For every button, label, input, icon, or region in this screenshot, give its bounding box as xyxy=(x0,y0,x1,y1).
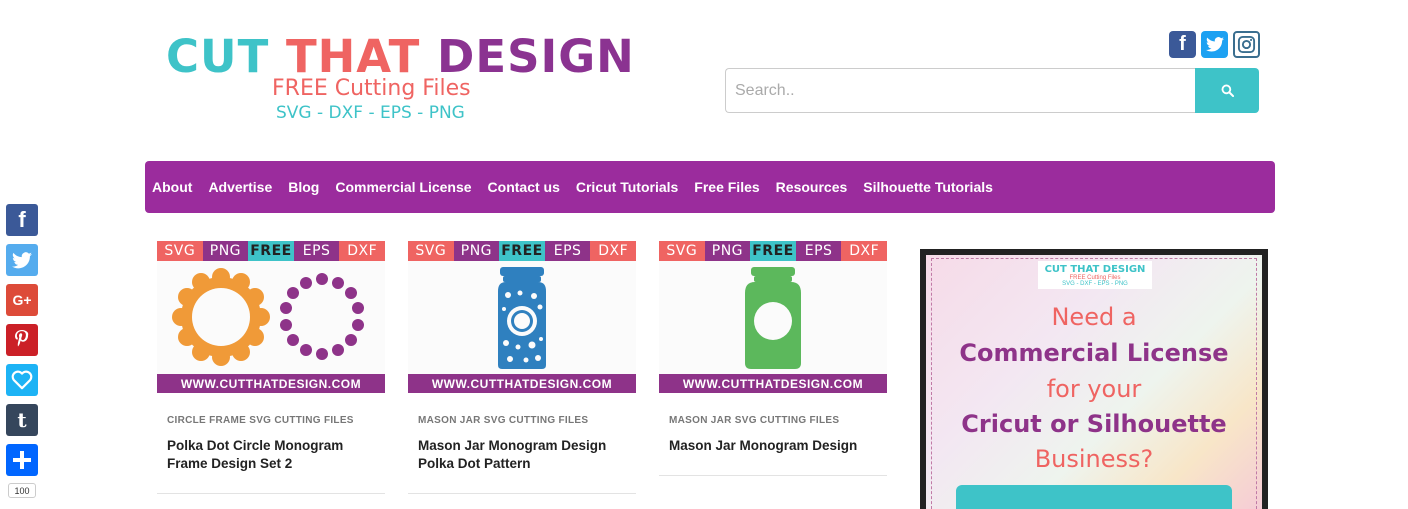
post-category[interactable]: MASON JAR SVG CUTTING FILES xyxy=(418,415,588,426)
logo-formats: SVG - DXF - EPS - PNG xyxy=(276,103,465,123)
plus-icon xyxy=(13,451,31,469)
ad-line-2: Commercial License xyxy=(959,339,1229,367)
format-label: FREE xyxy=(499,241,545,261)
nav-contact-us[interactable]: Contact us xyxy=(488,179,560,195)
twitter-bird-icon xyxy=(1205,37,1224,52)
circle-frame-illustration xyxy=(172,268,364,366)
format-label: PNG xyxy=(453,241,500,261)
nav-about[interactable]: About xyxy=(152,179,192,195)
post-card[interactable]: SVG PNG FREE EPS DXF WWW.CUTTHATDESIGN.C… xyxy=(408,241,636,494)
ad-logo: CUT THAT DESIGN FREE Cutting Files SVG -… xyxy=(1038,261,1152,289)
facebook-glyph: f xyxy=(1179,33,1186,55)
format-label: EPS xyxy=(293,241,340,261)
post-thumbnail[interactable]: SVG PNG FREE EPS DXF WWW.CUTTHATDESIGN.C… xyxy=(408,241,636,393)
facebook-glyph: f xyxy=(18,207,26,232)
logo-tagline: FREE Cutting Files xyxy=(272,76,471,101)
site-url-bar: WWW.CUTTHATDESIGN.COM xyxy=(157,374,385,393)
share-facebook-icon[interactable]: f xyxy=(6,204,38,236)
nav-commercial-license[interactable]: Commercial License xyxy=(335,179,471,195)
format-label: EPS xyxy=(544,241,591,261)
format-label: DXF xyxy=(590,241,636,261)
nav-resources[interactable]: Resources xyxy=(776,179,848,195)
format-label: SVG xyxy=(659,241,705,261)
site-logo[interactable]: CUT THAT DESIGN FREE Cutting Files SVG -… xyxy=(166,34,634,126)
post-thumbnail[interactable]: SVG PNG FREE EPS DXF WWW.CUTTHATDESIGN.C… xyxy=(659,241,887,393)
format-label: DXF xyxy=(841,241,887,261)
post-title[interactable]: Mason Jar Monogram Design Polka Dot Patt… xyxy=(418,437,618,473)
card-divider xyxy=(659,475,887,476)
post-title[interactable]: Mason Jar Monogram Design xyxy=(669,437,869,455)
format-label: EPS xyxy=(795,241,842,261)
main-nav: About Advertise Blog Commercial License … xyxy=(145,161,1275,213)
post-card[interactable]: SVG PNG FREE EPS DXF WWW.CUTTHATDESIGN.C… xyxy=(659,241,887,494)
twitter-icon[interactable] xyxy=(1201,31,1228,58)
search-icon xyxy=(1221,84,1234,97)
post-category[interactable]: MASON JAR SVG CUTTING FILES xyxy=(669,415,839,426)
ad-line-5: Business? xyxy=(1034,445,1154,473)
facebook-icon[interactable]: f xyxy=(1169,31,1196,58)
logo-wordmark: CUT THAT DESIGN xyxy=(166,34,634,80)
card-divider xyxy=(157,493,385,494)
format-label: SVG xyxy=(408,241,454,261)
share-google-plus-icon[interactable]: G+ xyxy=(6,284,38,316)
site-url-bar: WWW.CUTTHATDESIGN.COM xyxy=(408,374,636,393)
card-divider xyxy=(408,493,636,494)
logo-word-cut: CUT xyxy=(166,30,270,83)
nav-advertise[interactable]: Advertise xyxy=(208,179,272,195)
twitter-bird-icon xyxy=(12,251,32,268)
post-title[interactable]: Polka Dot Circle Monogram Frame Design S… xyxy=(167,437,367,473)
ad-logo-title: CUT THAT DESIGN xyxy=(1044,263,1146,275)
site-url-bar: WWW.CUTTHATDESIGN.COM xyxy=(659,374,887,393)
nav-free-files[interactable]: Free Files xyxy=(694,179,759,195)
format-label: FREE xyxy=(248,241,294,261)
instagram-icon[interactable] xyxy=(1233,31,1260,58)
ad-logo-formats: SVG - DXF - EPS - PNG xyxy=(1062,280,1128,287)
format-banner: SVG PNG FREE EPS DXF xyxy=(408,241,636,261)
format-banner: SVG PNG FREE EPS DXF xyxy=(157,241,385,261)
pinterest-p-icon xyxy=(15,330,29,347)
share-twitter-icon[interactable] xyxy=(6,244,38,276)
post-card[interactable]: SVG PNG FREE EPS DXF WWW.CUTTHATDESIGN.C… xyxy=(157,241,385,494)
polka-mason-jar-illustration xyxy=(498,267,546,369)
share-count-badge: 100 xyxy=(8,483,36,498)
post-category[interactable]: CIRCLE FRAME SVG CUTTING FILES xyxy=(167,415,354,426)
ad-line-1: Need a xyxy=(1051,303,1137,331)
share-pinterest-icon[interactable] xyxy=(6,324,38,356)
heart-icon xyxy=(11,370,33,390)
nav-silhouette-tutorials[interactable]: Silhouette Tutorials xyxy=(863,179,993,195)
format-label: FREE xyxy=(750,241,796,261)
post-thumbnail[interactable]: SVG PNG FREE EPS DXF WWW.CUTTHATDESIGN.C… xyxy=(157,241,385,393)
share-tumblr-icon[interactable]: t xyxy=(6,404,38,436)
tumblr-glyph: t xyxy=(17,408,27,432)
commercial-license-ad[interactable]: CUT THAT DESIGN FREE Cutting Files SVG -… xyxy=(920,249,1268,509)
ad-cta-button[interactable] xyxy=(956,485,1232,509)
share-more-plus-icon[interactable] xyxy=(6,444,38,476)
search-input[interactable] xyxy=(725,68,1195,113)
search-button[interactable] xyxy=(1195,68,1259,113)
search-form xyxy=(725,68,1259,113)
share-favorite-heart-icon[interactable] xyxy=(6,364,38,396)
ad-background: CUT THAT DESIGN FREE Cutting Files SVG -… xyxy=(926,255,1262,509)
format-label: DXF xyxy=(339,241,385,261)
format-label: PNG xyxy=(202,241,249,261)
format-label: SVG xyxy=(157,241,203,261)
mason-jar-illustration xyxy=(745,267,801,369)
format-label: PNG xyxy=(704,241,751,261)
nav-cricut-tutorials[interactable]: Cricut Tutorials xyxy=(576,179,678,195)
format-banner: SVG PNG FREE EPS DXF xyxy=(659,241,887,261)
nav-blog[interactable]: Blog xyxy=(288,179,319,195)
ad-line-4: Cricut or Silhouette xyxy=(961,410,1227,438)
ad-line-3: for your xyxy=(1046,375,1142,403)
google-plus-glyph: G+ xyxy=(12,292,32,308)
instagram-camera-icon xyxy=(1237,35,1256,54)
